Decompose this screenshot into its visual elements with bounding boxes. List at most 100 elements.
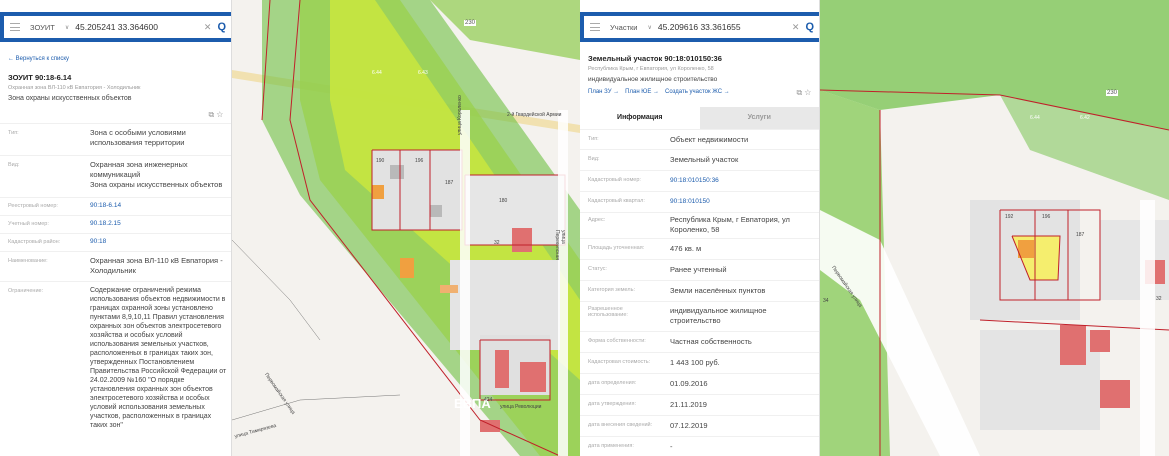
attr-value: 01.09.2016 xyxy=(670,379,708,388)
tab-bar: Информация Услуги xyxy=(580,107,819,129)
attr-link[interactable]: 90:18:010150:36 xyxy=(670,176,719,186)
object-description: Зона охраны искусственных объектов xyxy=(8,95,132,102)
attr-value: Частная собственность xyxy=(670,337,752,346)
map-parcel-label: 180 xyxy=(499,198,508,204)
attr-value: Ранее учтенный xyxy=(670,265,727,274)
attr-row: Вид: Охранная зона инженерных коммуникац… xyxy=(0,155,231,197)
search-bar: Участки ∨ 45.209616 33.361655 ✕ Q xyxy=(580,12,819,42)
attr-row: Адрес: Республика Крым, г Евпатория, ул … xyxy=(580,212,819,238)
attr-value: - xyxy=(670,442,673,451)
clear-icon[interactable]: ✕ xyxy=(204,22,212,33)
attr-link[interactable]: 90:18:010150 xyxy=(670,197,710,207)
attr-key: Адрес: xyxy=(588,217,606,223)
attr-row: дата определения: 01.09.2016 xyxy=(580,373,819,394)
right-screenshot: 230 6.44 6.42 Первомайская улица 192 196… xyxy=(580,0,1169,456)
object-use-small: индивидуальное жилищное строительство xyxy=(588,76,718,83)
plan-link[interactable]: План ЮЕ → xyxy=(625,89,659,95)
attr-row: Категория земель: Земли населённых пункт… xyxy=(580,280,819,301)
attr-row: Наименование: Охранная зона ВЛ-110 кВ Ев… xyxy=(0,251,231,281)
chevron-down-icon[interactable]: ∨ xyxy=(65,24,69,31)
map-label-6-42: 6.42 xyxy=(1080,115,1090,121)
clear-icon[interactable]: ✕ xyxy=(792,22,800,33)
plan-zu-link[interactable]: План ЗУ → xyxy=(588,89,619,95)
attr-key: Кадастровая стоимость: xyxy=(588,359,651,365)
attr-key: Форма собственности: xyxy=(588,338,646,344)
attr-key: Тип: xyxy=(8,130,19,136)
attr-row: Кадастровый район: 90:18 xyxy=(0,233,231,251)
search-box[interactable]: Участки ∨ 45.209616 33.361655 ✕ Q xyxy=(584,16,819,38)
attr-key: Кадастровый район: xyxy=(8,239,61,245)
attr-key: Ограничение: xyxy=(8,288,44,294)
attr-link[interactable]: 90:18-6.14 xyxy=(90,201,121,211)
attr-row: Площадь уточненная: 476 кв. м xyxy=(580,238,819,259)
attr-key: Площадь уточненная: xyxy=(588,245,645,251)
attr-value: 476 кв. м xyxy=(670,244,702,253)
tab-services[interactable]: Услуги xyxy=(699,107,819,129)
copy-icon[interactable]: ⧉ xyxy=(797,88,803,97)
attr-value: 1 443 100 руб. xyxy=(670,358,720,367)
map-street-label: улица Перекопская xyxy=(554,230,566,260)
attr-value: индивидуальное жилищное строительство xyxy=(670,306,767,325)
chevron-down-icon[interactable]: ∨ xyxy=(648,24,652,31)
attr-row: Ограничение: Содержание ограничений режи… xyxy=(0,281,231,456)
create-parcel-link[interactable]: Создать участок ЖС → xyxy=(665,89,730,95)
attr-key: Кадастровый номер: xyxy=(588,177,641,183)
attr-key: дата утверждения: xyxy=(588,401,637,407)
search-bar: ЗОУИТ ∨ 45.205241 33.364600 ✕ Q xyxy=(0,12,231,42)
attr-value: Земли населённых пунктов xyxy=(670,286,766,295)
attr-key: дата определения: xyxy=(588,380,637,386)
attr-value: 07.12.2019 xyxy=(670,421,708,430)
info-panel-right: Участки ∨ 45.209616 33.361655 ✕ Q Земель… xyxy=(580,0,820,456)
star-icon[interactable]: ☆ xyxy=(216,110,223,119)
attr-value: Объект недвижимости xyxy=(670,135,749,144)
object-address-small: Республика Крым, г Евпатория, ул Королен… xyxy=(588,66,714,72)
map-parcel-label: 196 xyxy=(415,158,424,164)
search-input[interactable]: 45.205241 33.364600 xyxy=(75,22,198,32)
attr-value: Республика Крым, г Евпатория, ул Королен… xyxy=(670,215,790,234)
star-icon[interactable]: ☆ xyxy=(804,88,811,97)
search-mode-select[interactable]: ЗОУИТ xyxy=(26,23,59,32)
attr-value-2: Зона охраны искусственных объектов xyxy=(90,180,223,189)
attr-link[interactable]: 90.18.2.15 xyxy=(90,219,121,229)
tab-info[interactable]: Информация xyxy=(580,107,700,129)
attr-key: дата внесения сведений: xyxy=(588,422,653,428)
attr-row: Кадастровый квартал: 90:18:010150 xyxy=(580,191,819,212)
attr-row: Вид: Земельный участок xyxy=(580,149,819,170)
map-parcel-label: 32 xyxy=(1156,296,1162,302)
map-label-6-44: 6.44 xyxy=(1030,115,1040,121)
attr-row: Разрешенное использование: индивидуально… xyxy=(580,301,819,331)
map-street-label: улица Короленко xyxy=(457,95,463,135)
attr-row: дата применения: - xyxy=(580,436,819,456)
map-label-6-43: 6.43 xyxy=(418,70,428,76)
search-input[interactable]: 45.209616 33.361655 xyxy=(658,22,786,32)
attr-row: дата утверждения: 21.11.2019 xyxy=(580,394,819,415)
map-parcel-label: 424 xyxy=(484,397,493,403)
map-label-230: 230 xyxy=(1106,90,1119,96)
object-title: Земельный участок 90:18:010150:36 xyxy=(588,54,722,63)
attr-value: Зона с особыми условиями использования т… xyxy=(90,128,186,147)
back-to-list-link[interactable]: ← Вернуться к списку xyxy=(8,56,69,62)
attr-key: дата применения: xyxy=(588,443,634,449)
search-icon[interactable]: Q xyxy=(805,21,814,33)
search-mode-select[interactable]: Участки xyxy=(606,23,642,32)
attr-link[interactable]: 90:18 xyxy=(90,237,106,247)
attr-key: Реестровый номер: xyxy=(8,203,58,209)
map-label-6-44: 6.44 xyxy=(372,70,382,76)
attr-value: Охранная зона инженерных коммуникаций xyxy=(90,160,188,179)
menu-icon[interactable] xyxy=(10,23,20,31)
attr-value: 21.11.2019 xyxy=(670,400,707,409)
map-street-label: 2-й Гвардейской Армии xyxy=(507,112,562,118)
search-box[interactable]: ЗОУИТ ∨ 45.205241 33.364600 ✕ Q xyxy=(4,16,231,38)
attr-row: Тип: Зона с особыми условиями использова… xyxy=(0,123,231,155)
attr-key: Статус: xyxy=(588,266,607,272)
copy-icon[interactable]: ⧉ xyxy=(209,110,215,119)
map-label-230: 230 xyxy=(464,20,477,26)
menu-icon[interactable] xyxy=(590,23,600,31)
attr-row: дата внесения сведений: 07.12.2019 xyxy=(580,415,819,436)
object-subtitle: Охранная зона ВЛ-110 кВ Евпатория - Холо… xyxy=(8,85,141,91)
map-parcel-label: 196 xyxy=(1042,214,1051,220)
map-parcel-label: 187 xyxy=(1076,232,1085,238)
attr-key: Кадастровый квартал: xyxy=(588,198,645,204)
search-icon[interactable]: Q xyxy=(217,21,226,33)
attr-value: Охранная зона ВЛ-110 кВ Евпатория - Холо… xyxy=(90,256,223,275)
